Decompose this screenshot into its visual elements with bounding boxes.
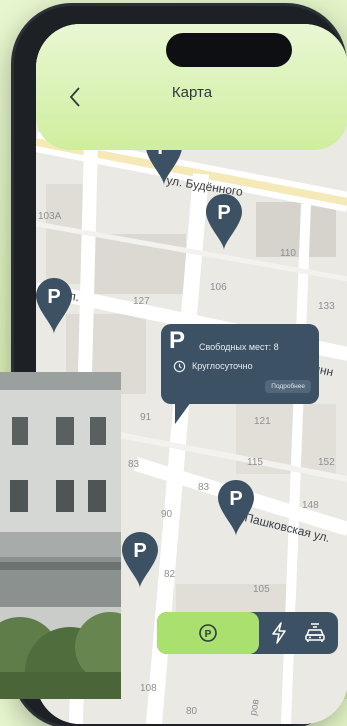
building-image (0, 372, 121, 699)
car-service-filter-button[interactable] (297, 612, 333, 654)
svg-text:P: P (229, 488, 242, 510)
house-number: 90 (161, 509, 173, 520)
map-filter-toolbar: P (157, 612, 338, 654)
building-photo (0, 372, 121, 699)
free-places-text: Свободных мест: 8 (199, 342, 279, 352)
details-button[interactable]: Подробнее (265, 380, 311, 393)
lightning-icon (272, 622, 286, 644)
house-number: 106 (210, 282, 227, 293)
svg-text:P: P (205, 629, 212, 640)
dynamic-island (166, 33, 292, 67)
parking-filter-button[interactable]: P (157, 612, 259, 654)
parking-letter: P (169, 327, 186, 354)
svg-text:P: P (217, 202, 230, 224)
charging-filter-button[interactable] (261, 612, 297, 654)
parking-marker[interactable]: P (218, 480, 254, 536)
house-number: 121 (254, 416, 271, 427)
house-number: 80 (186, 706, 198, 717)
page-title: Карта (171, 84, 213, 101)
house-number: 83 (198, 482, 210, 493)
parking-info-popup[interactable]: P Свободных мест: 8 Круглосуточно Подроб… (161, 324, 319, 424)
house-number: 103А (38, 211, 62, 222)
parking-marker[interactable]: P (206, 194, 242, 250)
house-number: 83 (128, 459, 140, 470)
parking-circle-icon: P (199, 624, 217, 642)
house-number: 148 (302, 500, 319, 511)
parking-marker[interactable]: P (122, 532, 158, 588)
working-hours-text: Круглосуточно (192, 361, 253, 371)
parking-marker[interactable]: P (36, 278, 72, 334)
clock-icon (173, 360, 186, 373)
house-number: 108 (140, 683, 157, 694)
svg-text:P: P (133, 540, 146, 562)
house-number: 91 (140, 412, 152, 423)
house-number: 110 (280, 248, 296, 259)
house-number: 152 (318, 457, 335, 468)
car-service-icon (305, 623, 325, 642)
house-number: 133 (318, 301, 335, 312)
house-number: 127 (133, 296, 150, 307)
house-number: 105 (253, 584, 270, 595)
house-number: 115 (247, 457, 263, 468)
house-number: 82 (164, 569, 176, 580)
svg-text:P: P (47, 286, 60, 308)
